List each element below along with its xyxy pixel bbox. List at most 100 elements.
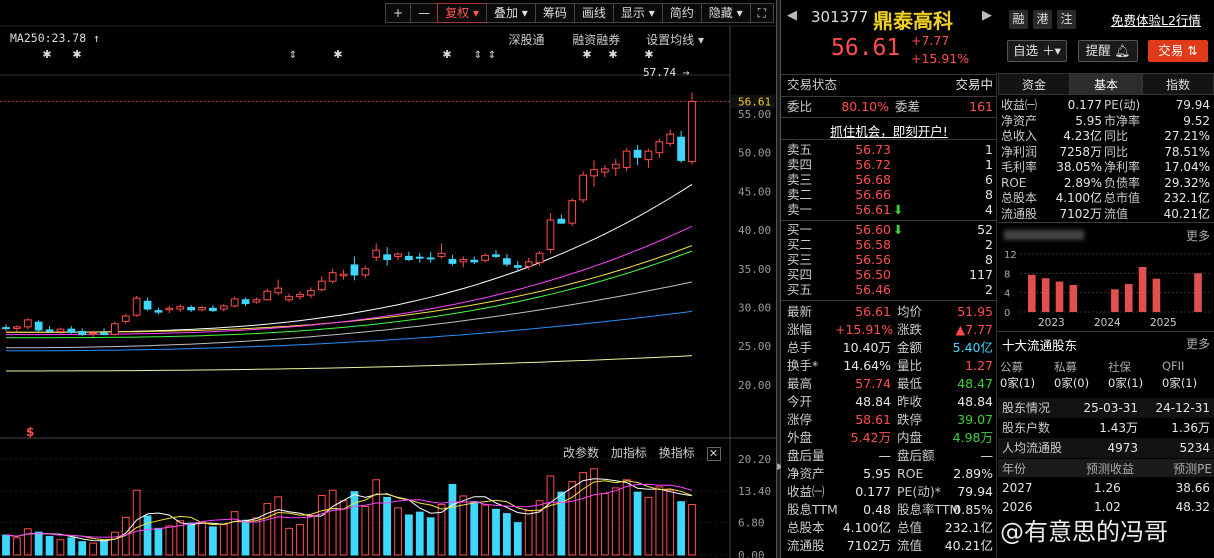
price-change: +7.77 [911, 33, 950, 48]
stat-label: 流值 [897, 538, 923, 553]
candle-body [437, 252, 446, 257]
stat-value: 51.95 [957, 304, 993, 319]
level-volume: 6 [985, 172, 993, 187]
watermark: @有意思的冯哥 [1000, 518, 1168, 546]
candle-body [100, 332, 108, 336]
stat-label: 盘后额 [897, 448, 935, 463]
note-tag[interactable]: 注 [1057, 10, 1076, 29]
simple-button[interactable]: 简约 [661, 3, 701, 23]
zoom-in-button[interactable]: + [385, 3, 411, 23]
volume-tick-label: 6.80 [738, 517, 765, 530]
kline-chart-panel[interactable]: 55.00 50.00 45.00 40.00 35.00 30.00 25.00 20.00… [0, 0, 776, 558]
stat-label: 内盘 [897, 430, 923, 445]
stat-value: 1.27 [965, 358, 993, 373]
zoom-out-button[interactable]: — [410, 3, 438, 23]
holder-type-label: 私募 [1054, 360, 1077, 374]
orderbook-buy-row[interactable]: 买二 56.58 2 [781, 237, 997, 252]
volume-bar [688, 504, 696, 556]
candle-body [590, 169, 598, 177]
orderbook-sell-row[interactable]: 卖二 56.66 8 [781, 187, 997, 202]
orderbook-buy-row[interactable]: 买四 56.50 117 [781, 267, 997, 282]
orderbook-buy-row[interactable]: 买三 56.56 8 [781, 252, 997, 267]
volume-bar [426, 517, 435, 556]
level-volume: 1 [985, 157, 993, 172]
stat-row: 流通股 7102万 流值 40.21亿 [781, 537, 997, 555]
trade-button[interactable]: 交易 ⇅ [1148, 40, 1208, 62]
price-tick-label: 45.00 [738, 185, 771, 198]
stat-label: ROE [897, 466, 924, 481]
stat-label: 涨停 [787, 412, 813, 427]
volume-bar [611, 487, 620, 556]
next-stock-icon[interactable]: ▶ [982, 8, 992, 23]
holder-count: 0家(1) [1000, 376, 1036, 390]
level-price: 56.68 [855, 172, 891, 187]
tab-basic[interactable]: 基本 [1070, 73, 1142, 95]
set-ma-link[interactable]: 设置均线 [646, 33, 694, 47]
open-account-link[interactable]: 抓住机会，即刻开户! [781, 121, 997, 140]
prev-stock-icon[interactable]: ◀ [787, 8, 797, 23]
tab-index[interactable]: 指数 [1142, 73, 1214, 95]
level-label: 买四 [787, 267, 813, 282]
more-link[interactable]: 更多 [1186, 227, 1210, 244]
orderbook-sell-row[interactable]: 卖三 56.68 6 [781, 172, 997, 187]
stat-label: 最高 [787, 376, 813, 391]
stat-label: 金额 [897, 340, 923, 355]
margin-link[interactable]: 融资融券 [572, 33, 620, 47]
chips-button[interactable]: 筹码 [534, 3, 574, 23]
level-label: 卖五 [787, 142, 813, 157]
candle-body [481, 255, 489, 261]
expand-arrow-icon[interactable]: ▶ [777, 462, 784, 474]
candle-body [372, 249, 381, 258]
holder-row: 股东户数 1.43万 1.36万 [998, 418, 1214, 438]
stat-value: — [878, 448, 892, 463]
mini-bar [1111, 289, 1119, 312]
add-watchlist-button[interactable]: 自选 ＋▾ [1007, 40, 1067, 62]
hk-connect-link[interactable]: 深股通 [508, 33, 544, 47]
volume-tick-label: 20.20 [738, 453, 771, 466]
orderbook-sell-row[interactable]: 卖四 56.72 1 [781, 157, 997, 172]
fund-value: 78.51% [1164, 144, 1210, 159]
orderbook-sell-row[interactable]: 卖一 56.61 ⬇ 4 [781, 202, 997, 217]
ma250-value: MA250:23.78 [10, 31, 87, 45]
volume-bar [154, 527, 163, 556]
orderbook-buy-row[interactable]: 买五 56.46 2 [781, 282, 997, 297]
free-l2-link[interactable]: 免费体验L2行情 [1111, 10, 1201, 29]
stat-row: 股息TTM 0.48 股息率TTM 0.85% [781, 501, 997, 519]
level-label: 买二 [787, 237, 813, 252]
edit-params-link[interactable]: 改参数 [563, 446, 599, 460]
draw-button[interactable]: 画线 [573, 3, 613, 23]
margin-tag[interactable]: 融 [1009, 10, 1028, 29]
candle-body [34, 321, 43, 331]
more-link[interactable]: 更多 [1186, 335, 1210, 352]
hk-tag[interactable]: 港 [1033, 10, 1052, 29]
arrow-right-icon: → [682, 66, 690, 79]
mini-year-label: 2023 [1038, 317, 1065, 329]
divider [998, 331, 1214, 332]
candlestick-chart[interactable]: 55.00 50.00 45.00 40.00 35.00 30.00 25.00 20.00… [0, 0, 776, 558]
volume-bar [633, 491, 642, 556]
display-label: 显示 [620, 6, 645, 20]
switch-indicator-link[interactable]: 换指标 [659, 446, 695, 460]
hide-button[interactable]: 隐藏 ▾ [700, 3, 750, 23]
event-arrow-icon: ⇕ [289, 50, 297, 61]
fullscreen-icon[interactable]: ⛶ [749, 3, 774, 23]
alert-button[interactable]: 提醒 🔔︎ [1078, 40, 1138, 62]
display-button[interactable]: 显示 ▾ [612, 3, 662, 23]
volume-bar [274, 496, 283, 556]
ma-label: MA250:23.78 ↑ [10, 31, 100, 45]
close-icon[interactable]: ✕ [706, 447, 721, 461]
volume-ma-line [5, 478, 693, 542]
candle-body [492, 254, 500, 257]
add-indicator-link[interactable]: 加指标 [611, 446, 647, 460]
candle-body [405, 255, 413, 260]
stat-label: 换手* [787, 358, 819, 373]
mini-bar [1152, 278, 1161, 312]
overlay-button[interactable]: 叠加 ▾ [485, 3, 535, 23]
tab-funds[interactable]: 资金 [998, 73, 1070, 95]
ma-line [6, 225, 693, 336]
adjust-button[interactable]: 复权 ▾ [437, 3, 486, 23]
orderbook-sell-row[interactable]: 卖五 56.73 1 [781, 142, 997, 157]
candle-body [45, 329, 54, 332]
mini-bar [1124, 283, 1133, 312]
orderbook-buy-row[interactable]: 买一 56.60 ⬇ 52 [781, 222, 997, 237]
